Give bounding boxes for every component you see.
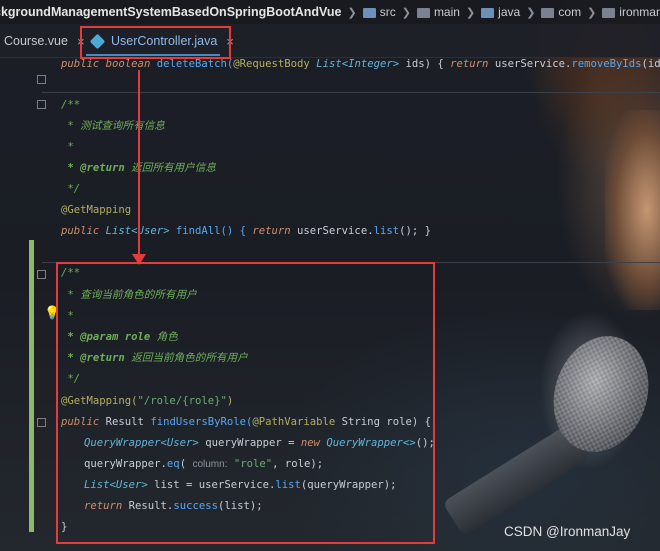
annotation-box-code xyxy=(56,262,435,544)
chevron-right-icon: ❯ xyxy=(587,6,597,19)
breadcrumb-item-main[interactable]: main xyxy=(416,5,460,19)
folder-icon xyxy=(481,8,495,18)
code-line-getmapping[interactable]: @GetMapping xyxy=(61,203,131,217)
code-line-deletebatch[interactable]: public boolean deleteBatch(@RequestBody … xyxy=(61,57,660,71)
code-line-doc-open[interactable]: /** xyxy=(61,98,80,112)
watermark: CSDN @IronmanJay xyxy=(504,524,631,539)
fold-marker-icon[interactable] xyxy=(37,270,46,279)
code-line-doc-close[interactable]: */ xyxy=(61,182,80,196)
code-line-doc-star[interactable]: * xyxy=(61,140,73,154)
breadcrumb-item-ironmanjay[interactable]: ironmanjay xyxy=(602,5,660,19)
code-line-doc-desc[interactable]: * 测试查询所有信息 xyxy=(61,119,165,133)
tab-course-vue[interactable]: Course.vue × xyxy=(0,28,85,54)
method-separator xyxy=(42,92,660,93)
breadcrumb-project[interactable]: ckgroundManagementSystemBasedOnSpringBoo… xyxy=(0,5,342,19)
code-line-findall[interactable]: public List<User> findAll() { return use… xyxy=(61,224,431,238)
chevron-right-icon: ❯ xyxy=(465,6,476,19)
annotation-arrow-line xyxy=(138,70,140,258)
annotation-box-tab xyxy=(80,26,231,59)
folder-icon xyxy=(416,8,430,18)
folder-icon xyxy=(362,8,376,18)
chevron-right-icon: ❯ xyxy=(347,6,357,19)
wallpaper-face xyxy=(605,110,660,310)
tab-label: Course.vue xyxy=(4,34,68,48)
package-icon xyxy=(541,8,555,18)
breadcrumb: ckgroundManagementSystemBasedOnSpringBoo… xyxy=(0,0,660,24)
vcs-change-marker[interactable] xyxy=(29,240,34,532)
breadcrumb-item-src[interactable]: src xyxy=(362,5,396,19)
chevron-right-icon: ❯ xyxy=(526,6,536,19)
package-icon xyxy=(602,8,616,18)
chevron-right-icon: ❯ xyxy=(401,6,411,19)
breadcrumb-item-com[interactable]: com xyxy=(541,5,581,19)
fold-marker-icon[interactable] xyxy=(37,100,46,109)
breadcrumb-item-java[interactable]: java xyxy=(481,5,520,19)
fold-marker-icon[interactable] xyxy=(37,418,46,427)
fold-marker-icon[interactable] xyxy=(37,75,46,84)
